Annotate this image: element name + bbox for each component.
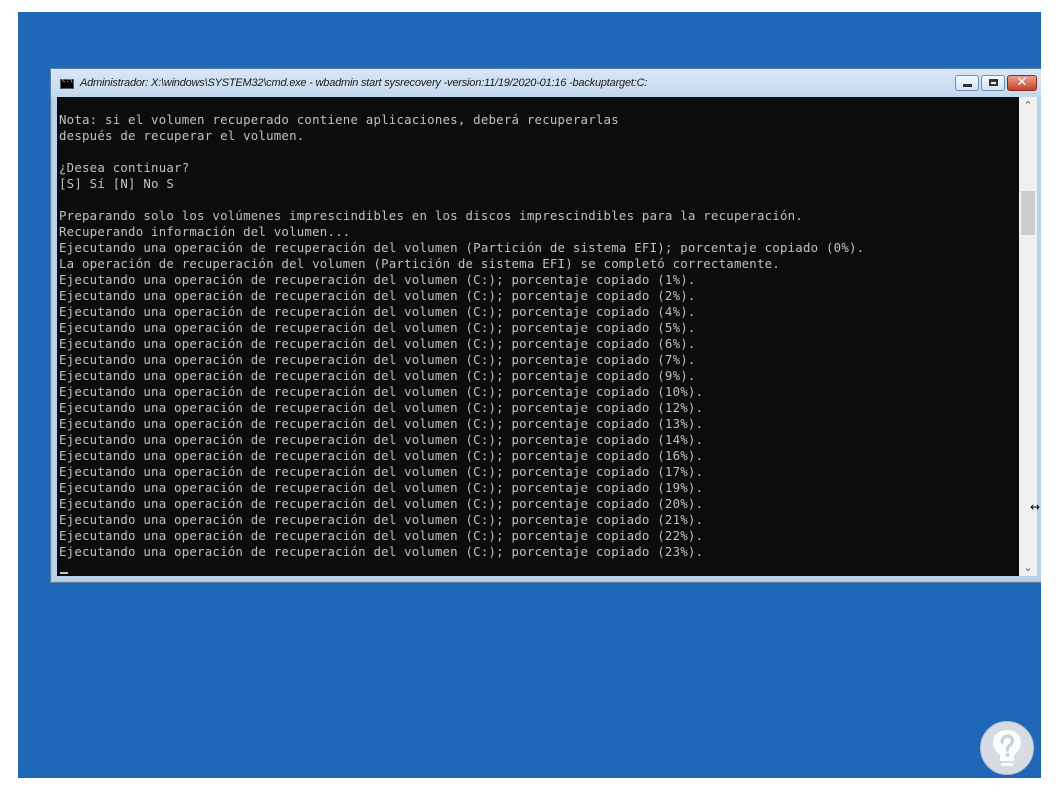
console-line: Ejecutando una operación de recuperación… — [59, 400, 704, 415]
chevron-up-icon: ⌃ — [1023, 99, 1033, 112]
desktop-background: Administrador: X:\windows\SYSTEM32\cmd.e… — [18, 12, 1041, 778]
console-line: Ejecutando una operación de recuperación… — [59, 352, 696, 367]
console-line: Ejecutando una operación de recuperación… — [59, 528, 704, 543]
console-line: Ejecutando una operación de recuperación… — [59, 448, 704, 463]
title-bar[interactable]: Administrador: X:\windows\SYSTEM32\cmd.e… — [51, 69, 1041, 97]
console-line: Ejecutando una operación de recuperación… — [59, 512, 704, 527]
console-line: después de recuperar el volumen. — [59, 128, 305, 143]
cmd-icon — [60, 77, 74, 89]
window-controls: ✕ — [955, 75, 1037, 91]
console-line: Ejecutando una operación de recuperación… — [59, 336, 696, 351]
minimize-icon — [963, 84, 972, 87]
console-line: Ejecutando una operación de recuperación… — [59, 496, 704, 511]
cmd-window[interactable]: Administrador: X:\windows\SYSTEM32\cmd.e… — [50, 68, 1041, 583]
console-line: Ejecutando una operación de recuperación… — [59, 368, 696, 383]
console-line: Ejecutando una operación de recuperación… — [59, 240, 865, 255]
maximize-button[interactable] — [981, 75, 1005, 91]
console-line: La operación de recuperación del volumen… — [59, 256, 780, 271]
console-line: Ejecutando una operación de recuperación… — [59, 480, 704, 495]
console-line: Ejecutando una operación de recuperación… — [59, 288, 696, 303]
console-line: [S] Sí [N] No S — [59, 176, 175, 191]
scroll-down-button[interactable]: ⌄ — [1019, 559, 1037, 576]
console-output[interactable]: Nota: si el volumen recuperado contiene … — [57, 97, 1019, 576]
close-button[interactable]: ✕ — [1007, 75, 1037, 91]
scroll-thumb[interactable] — [1021, 191, 1035, 235]
close-icon: ✕ — [1016, 75, 1028, 90]
console-line: Ejecutando una operación de recuperación… — [59, 384, 704, 399]
console-line: ¿Desea continuar? — [59, 160, 190, 175]
console-line: Ejecutando una operación de recuperación… — [59, 320, 696, 335]
console-line: Recuperando información del volumen... — [59, 224, 351, 239]
maximize-icon — [989, 79, 998, 86]
console-line: Ejecutando una operación de recuperación… — [59, 464, 704, 479]
console-text: Nota: si el volumen recuperado contiene … — [59, 112, 864, 560]
console-line: Ejecutando una operación de recuperación… — [59, 544, 704, 559]
console-line: Ejecutando una operación de recuperación… — [59, 304, 696, 319]
scroll-up-button[interactable]: ⌃ — [1019, 97, 1037, 114]
console-line: Ejecutando una operación de recuperación… — [59, 416, 704, 431]
console-line: Ejecutando una operación de recuperación… — [59, 272, 696, 287]
resize-horizontal-cursor-icon: ↔ — [1030, 500, 1041, 514]
help-question-logo — [980, 721, 1034, 775]
minimize-button[interactable] — [955, 75, 979, 91]
console-line: Nota: si el volumen recuperado contiene … — [59, 112, 619, 127]
window-title: Administrador: X:\windows\SYSTEM32\cmd.e… — [80, 77, 648, 89]
text-cursor — [60, 572, 68, 574]
console-line: Preparando solo los volúmenes imprescind… — [59, 208, 803, 223]
console-line: Ejecutando una operación de recuperación… — [59, 432, 704, 447]
chevron-down-icon: ⌄ — [1023, 561, 1033, 574]
